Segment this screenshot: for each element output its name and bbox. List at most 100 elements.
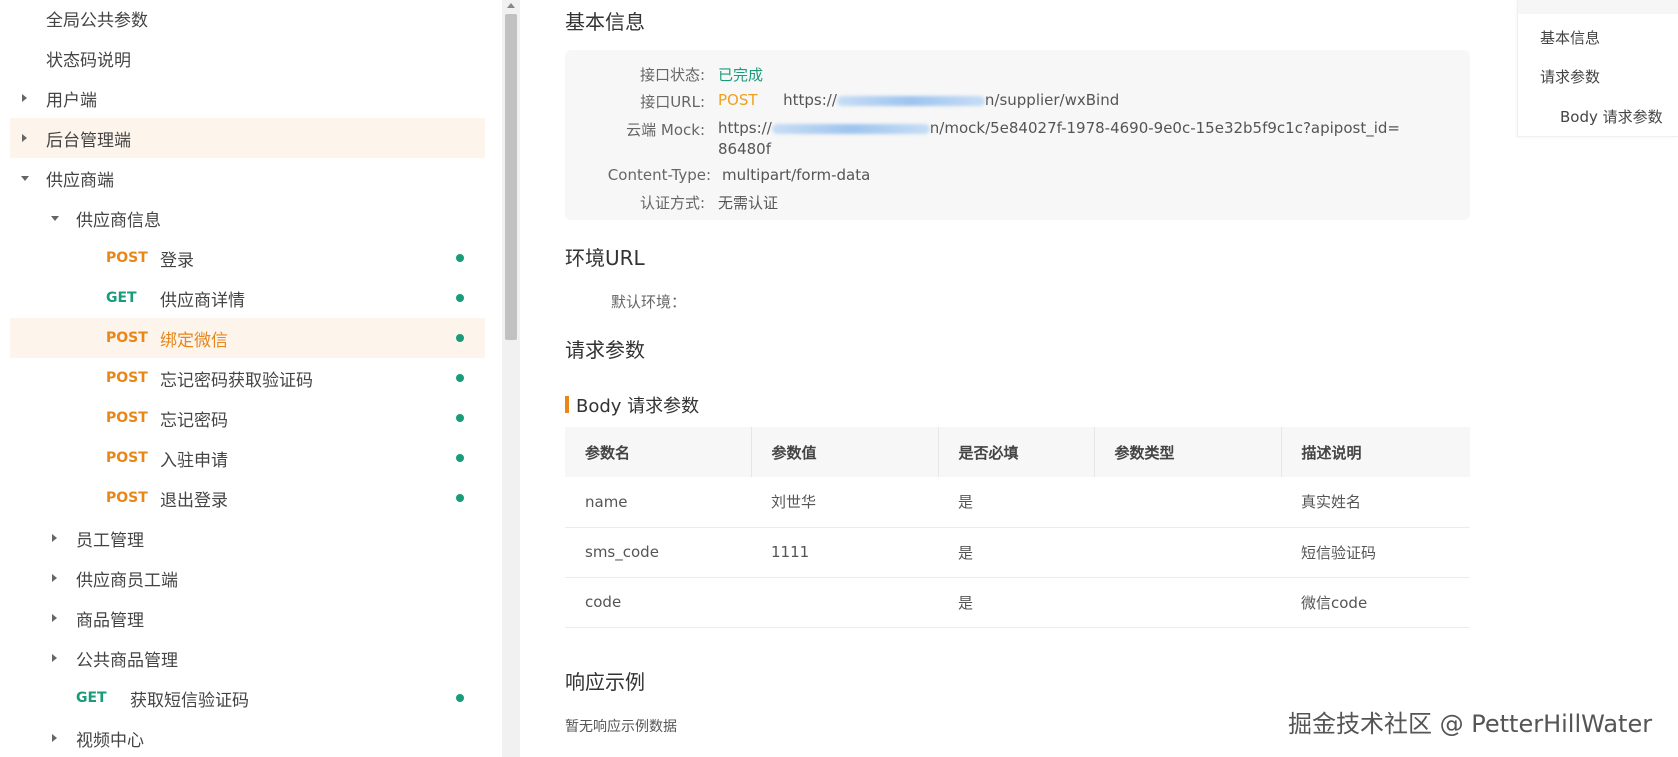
cell-param-value bbox=[751, 577, 938, 628]
request-params-heading: 请求参数 bbox=[565, 338, 645, 362]
sidebar-item-forgot-password[interactable]: POST 忘记密码 bbox=[10, 398, 485, 438]
sidebar-item-label: 状态码说明 bbox=[46, 50, 131, 71]
sidebar-item-video-center[interactable]: 视频中心 bbox=[10, 718, 485, 757]
url-key: 接口URL: bbox=[640, 93, 705, 111]
sidebar-item-label: 忘记密码 bbox=[160, 410, 228, 431]
caret-right-icon bbox=[52, 654, 57, 662]
sidebar-item-label: 后台管理端 bbox=[46, 130, 131, 151]
basic-info-box: 接口状态: 已完成 接口URL: POST https:// n/supplier… bbox=[565, 50, 1470, 220]
sidebar-item-supplier-detail[interactable]: GET 供应商详情 bbox=[10, 278, 485, 318]
sidebar-item-login[interactable]: POST 登录 bbox=[10, 238, 485, 278]
cell-required: 是 bbox=[938, 477, 1094, 528]
method-badge: POST bbox=[106, 250, 148, 266]
redacted-domain bbox=[836, 95, 985, 106]
status-dot-icon bbox=[456, 454, 464, 462]
scroll-thumb[interactable] bbox=[505, 14, 517, 340]
auth-value: 无需认证 bbox=[718, 194, 779, 212]
main-content: 基本信息 接口状态: 已完成 接口URL: POST https:// n/sup… bbox=[520, 0, 1520, 757]
table-row: sms_code 1111 是 短信验证码 bbox=[565, 527, 1470, 578]
col-required: 是否必填 bbox=[937, 427, 1094, 477]
watermark: 掘金技术社区 @ PetterHillWater bbox=[1288, 710, 1653, 738]
url-method: POST bbox=[718, 91, 758, 109]
cell-required: 是 bbox=[938, 577, 1094, 628]
sidebar-item-supplier-info[interactable]: 供应商信息 bbox=[10, 198, 485, 238]
mock-prefix: https:// bbox=[718, 119, 772, 137]
sidebar-item-label: 公共商品管理 bbox=[76, 650, 178, 671]
sidebar-item-user-end[interactable]: 用户端 bbox=[10, 78, 485, 118]
method-badge: GET bbox=[106, 290, 137, 306]
mock-suffix: n/mock/5e84027f-1978-4690-9e0c-15e32b5f9… bbox=[929, 119, 1400, 137]
col-param-name: 参数名 bbox=[565, 427, 751, 477]
sidebar-nav: 全局公共参数 状态码说明 用户端 后台管理端 供应商端 供应商信息 POST 登… bbox=[0, 0, 502, 757]
sidebar-item-apply[interactable]: POST 入驻申请 bbox=[10, 438, 485, 478]
sidebar-item-label: 退出登录 bbox=[160, 490, 228, 511]
caret-right-icon bbox=[52, 574, 57, 582]
sidebar-item-public-product[interactable]: 公共商品管理 bbox=[10, 638, 485, 678]
default-env-key: 默认环境： bbox=[610, 293, 686, 311]
method-badge: GET bbox=[76, 690, 107, 706]
col-param-type: 参数类型 bbox=[1093, 427, 1281, 477]
status-value: 已完成 bbox=[718, 66, 764, 84]
status-dot-icon bbox=[456, 374, 464, 382]
sidebar-item-admin-end[interactable]: 后台管理端 bbox=[10, 118, 485, 158]
cell-description: 微信code bbox=[1281, 577, 1470, 628]
url-line[interactable]: POST https:// n/supplier/wxBind bbox=[718, 91, 1119, 109]
toc-item-basic-info[interactable]: 基本信息 bbox=[1540, 27, 1600, 48]
status-dot-icon bbox=[456, 334, 464, 342]
sidebar-item-logout[interactable]: POST 退出登录 bbox=[10, 478, 485, 518]
sidebar-scrollbar[interactable] bbox=[502, 0, 520, 757]
sidebar-item-product-mgmt[interactable]: 商品管理 bbox=[10, 598, 485, 638]
mock-url-line[interactable]: https:// n/mock/5e84027f-1978-4690-9e0c-1… bbox=[718, 119, 1400, 137]
col-param-value: 参数值 bbox=[750, 427, 938, 477]
cell-param-value: 刘世华 bbox=[751, 477, 938, 528]
body-params-heading: Body 请求参数 bbox=[576, 396, 700, 417]
redacted-domain bbox=[771, 123, 930, 134]
sidebar-item-label: 用户端 bbox=[46, 90, 97, 111]
sidebar-item-global-params[interactable]: 全局公共参数 bbox=[10, 0, 485, 38]
body-params-table: 参数名 参数值 是否必填 参数类型 描述说明 name 刘世华 是 真实姓名 s… bbox=[565, 427, 1470, 628]
method-badge: POST bbox=[106, 490, 148, 506]
env-url-heading: 环境URL bbox=[565, 246, 645, 270]
sidebar-item-sms-code[interactable]: GET 获取短信验证码 bbox=[10, 678, 485, 718]
sidebar-item-label: 视频中心 bbox=[76, 730, 144, 751]
auth-key: 认证方式: bbox=[639, 194, 705, 212]
caret-down-icon bbox=[21, 176, 29, 181]
sidebar-item-label: 入驻申请 bbox=[160, 450, 228, 471]
table-row: code 是 微信code bbox=[565, 577, 1470, 628]
sidebar-item-label: 忘记密码获取验证码 bbox=[160, 370, 313, 391]
sidebar-item-forgot-code[interactable]: POST 忘记密码获取验证码 bbox=[10, 358, 485, 398]
sidebar-item-label: 获取短信验证码 bbox=[130, 690, 249, 711]
method-badge: POST bbox=[106, 450, 148, 466]
method-badge: POST bbox=[106, 330, 148, 346]
sidebar-item-supplier-end[interactable]: 供应商端 bbox=[10, 158, 485, 198]
sidebar-item-label: 登录 bbox=[160, 250, 194, 271]
col-description: 描述说明 bbox=[1280, 427, 1470, 477]
status-dot-icon bbox=[456, 414, 464, 422]
cell-description: 短信验证码 bbox=[1281, 527, 1470, 578]
cell-param-type bbox=[1094, 527, 1281, 578]
sidebar-item-status-codes[interactable]: 状态码说明 bbox=[10, 38, 485, 78]
cell-param-name: sms_code bbox=[565, 527, 751, 578]
caret-right-icon bbox=[22, 134, 27, 142]
sidebar-item-staff-mgmt[interactable]: 员工管理 bbox=[10, 518, 485, 558]
sidebar-item-supplier-staff[interactable]: 供应商员工端 bbox=[10, 558, 485, 598]
sidebar-item-label: 供应商详情 bbox=[160, 290, 245, 311]
cell-required: 是 bbox=[938, 527, 1094, 578]
cell-param-type bbox=[1094, 477, 1281, 528]
toc-header-strip bbox=[1518, 0, 1678, 14]
table-header-row: 参数名 参数值 是否必填 参数类型 描述说明 bbox=[565, 427, 1470, 477]
content-type-value: multipart/form-data bbox=[722, 166, 871, 184]
status-dot-icon bbox=[456, 694, 464, 702]
caret-down-icon bbox=[51, 216, 59, 221]
cell-description: 真实姓名 bbox=[1281, 477, 1470, 528]
sidebar-item-label: 员工管理 bbox=[76, 530, 144, 551]
caret-right-icon bbox=[52, 614, 57, 622]
sidebar-item-bind-wechat[interactable]: POST 绑定微信 bbox=[10, 318, 485, 358]
toc-item-body-params[interactable]: Body 请求参数 bbox=[1560, 106, 1663, 127]
scroll-up-arrow-icon[interactable] bbox=[507, 3, 515, 8]
toc-item-request-params[interactable]: 请求参数 bbox=[1540, 66, 1600, 87]
toc-panel: 基本信息 请求参数 Body 请求参数 bbox=[1517, 0, 1678, 137]
sidebar-item-label: 供应商员工端 bbox=[76, 570, 178, 591]
status-dot-icon bbox=[456, 254, 464, 262]
cell-param-name: code bbox=[565, 577, 751, 628]
